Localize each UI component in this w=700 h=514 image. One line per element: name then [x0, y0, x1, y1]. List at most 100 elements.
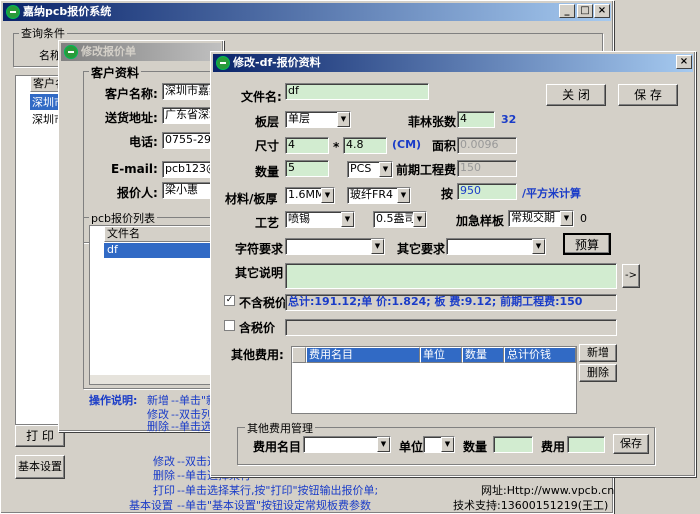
mgmt-save-button[interactable]: 保存: [613, 434, 649, 454]
size-height-field[interactable]: 4.8: [343, 137, 387, 154]
close-dialog-button[interactable]: 关 闭: [546, 84, 606, 106]
urgent-select[interactable]: 常规交期 ▼: [508, 210, 574, 227]
chevron-down-icon[interactable]: ▼: [397, 188, 410, 203]
website-text: 网址:Http://www.vpcb.cn: [481, 484, 615, 497]
mgmt-name-label: 费用名目: [253, 440, 302, 454]
other-desc-field[interactable]: [285, 263, 617, 289]
help-title: 操作说明:: [89, 394, 138, 407]
dialog-close-button[interactable]: ×: [676, 55, 692, 69]
chevron-down-icon[interactable]: ▼: [337, 112, 350, 127]
urgent-label: 加急样板: [456, 214, 505, 228]
minimize-button[interactable]: _: [559, 4, 575, 18]
process-select[interactable]: 喷锡 ▼: [285, 211, 355, 228]
film-count-extra: 32: [501, 113, 517, 126]
dialog-titlebar[interactable]: 修改-df-报价资料: [213, 54, 693, 72]
phone-label: 电话:: [129, 135, 158, 149]
material-label: 材料/板厚: [225, 192, 278, 206]
other-desc-label: 其它说明: [235, 266, 284, 280]
mgmt-unit-label: 单位: [399, 440, 424, 454]
quoter-label: 报价人:: [117, 186, 158, 200]
mgmt-unit-select[interactable]: ▼: [423, 436, 455, 453]
close-button[interactable]: ×: [594, 4, 610, 18]
dialog-icon: [216, 56, 230, 70]
layer-label: 板层: [255, 115, 280, 129]
chevron-down-icon[interactable]: ▼: [413, 212, 426, 227]
character-label: 字符要求: [235, 242, 284, 256]
mgmt-fee-field[interactable]: [567, 436, 605, 453]
support-text: 技术支持:13600151219(王工): [453, 499, 609, 512]
fee-mgmt-label: 其他费用管理: [245, 420, 315, 436]
count-field[interactable]: 5: [285, 160, 329, 177]
area-field: 0.0096: [457, 137, 517, 154]
query-group-label: 查询条件: [19, 25, 67, 41]
help-key-delete: 删除: [153, 469, 175, 482]
chevron-down-icon[interactable]: ▼: [377, 437, 390, 452]
area-label: 面积: [432, 139, 457, 153]
film-count-label: 菲林张数: [408, 115, 457, 129]
chevron-down-icon[interactable]: ▼: [371, 239, 384, 254]
chevron-down-icon[interactable]: ▼: [441, 437, 454, 452]
material-select[interactable]: 玻纤FR4 ▼: [347, 187, 411, 204]
urgent-value: 0: [580, 212, 587, 225]
edit-quote-titlebar[interactable]: 修改报价单: [61, 43, 221, 61]
quote-detail-dialog: 修改-df-报价资料 × 文件名: df 关 闭 保 存 板层 单层 ▼ 菲林张数…: [210, 51, 696, 477]
add-fee-button[interactable]: 新增: [579, 344, 617, 362]
app-icon: [6, 5, 20, 19]
fee-col-checkbox[interactable]: [292, 347, 306, 363]
calculate-button[interactable]: 预算: [563, 233, 611, 255]
customer-name-label: 客户名称:: [105, 87, 158, 101]
other-req-select[interactable]: ▼: [446, 238, 546, 255]
count-unit-select[interactable]: PCS ▼: [347, 161, 393, 178]
character-select[interactable]: ▼: [285, 238, 385, 255]
chevron-down-icon[interactable]: ▼: [560, 211, 573, 226]
help-key-print: 打印: [153, 484, 175, 497]
chevron-down-icon[interactable]: ▼: [341, 212, 354, 227]
quote-list-label: pcb报价列表: [89, 210, 158, 226]
email-label: E-mail:: [111, 162, 158, 176]
size-label: 尺寸: [255, 139, 280, 153]
chevron-down-icon[interactable]: ▼: [321, 188, 334, 203]
filename-field[interactable]: df: [285, 83, 429, 100]
save-button[interactable]: 保 存: [618, 84, 678, 106]
customer-info-label: 客户资料: [89, 64, 142, 81]
size-times-sign: *: [333, 140, 340, 154]
mid-help-key-delete: 删除: [147, 420, 169, 433]
no-tax-checkbox[interactable]: ✓: [224, 295, 235, 306]
mgmt-qty-label: 数量: [463, 440, 488, 454]
process-label: 工艺: [255, 216, 280, 230]
expand-button[interactable]: ->: [622, 264, 640, 288]
size-unit: (CM): [392, 138, 422, 151]
film-count-field[interactable]: 4: [457, 111, 495, 128]
other-req-label: 其它要求: [397, 242, 446, 256]
maximize-button[interactable]: □: [577, 4, 593, 18]
basic-settings-button[interactable]: 基本设置: [15, 455, 65, 479]
tax-label: 含税价: [239, 321, 276, 335]
engineering-fee-label: 前期工程费: [396, 163, 457, 177]
copper-select[interactable]: 0.5盎司铜 ▼: [373, 211, 427, 228]
fee-col-total[interactable]: 总计价钱: [504, 347, 576, 363]
other-fee-label: 其他费用:: [231, 348, 284, 362]
delete-fee-button[interactable]: 删除: [579, 364, 617, 382]
price-per-sqm-field[interactable]: 950: [457, 183, 517, 200]
edit-quote-icon: [64, 45, 78, 59]
mgmt-qty-field[interactable]: [493, 436, 533, 453]
edit-quote-window: 修改报价单 客户资料 客户名称: 深圳市嘉纳 送货地址: 广东省深圳 电话: 0…: [58, 40, 233, 433]
chevron-down-icon[interactable]: ▼: [532, 239, 545, 254]
layer-select[interactable]: 单层 ▼: [285, 111, 351, 128]
fee-col-qty[interactable]: 数量: [462, 347, 504, 363]
edit-quote-title: 修改报价单: [81, 45, 136, 58]
main-titlebar[interactable]: 嘉纳pcb报价系统: [3, 3, 611, 21]
dialog-title: 修改-df-报价资料: [233, 56, 321, 69]
count-label: 数量: [255, 165, 280, 179]
mgmt-name-select[interactable]: ▼: [303, 436, 391, 453]
tax-checkbox[interactable]: [224, 320, 235, 331]
help-text-print: --单击选择某行,按"打印"按钮输出报价单;: [177, 484, 379, 497]
size-width-field[interactable]: 4: [285, 137, 329, 154]
thickness-select[interactable]: 1.6MM ▼: [285, 187, 335, 204]
fee-col-name[interactable]: 费用名目: [306, 347, 420, 363]
quote-list-scrollbar[interactable]: [90, 374, 229, 384]
help-key-basic: 基本设置: [129, 499, 173, 512]
chevron-down-icon[interactable]: ▼: [379, 162, 392, 177]
fee-col-unit[interactable]: 单位: [420, 347, 462, 363]
main-title: 嘉纳pcb报价系统: [23, 5, 112, 18]
